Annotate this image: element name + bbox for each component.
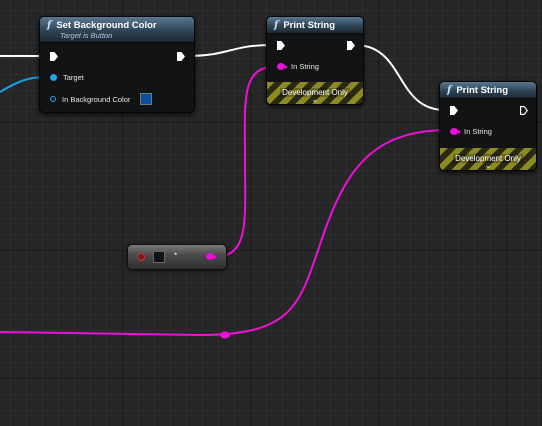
- exec-in-pin[interactable]: [50, 52, 58, 61]
- conversion-dot: •: [174, 249, 178, 259]
- node-header[interactable]: f Print String: [267, 17, 363, 34]
- exec-out-pin[interactable]: [347, 41, 355, 50]
- exec-out-icon: [347, 41, 355, 50]
- node-title: Set Background Color: [56, 20, 157, 31]
- exec-in-icon: [450, 106, 458, 115]
- background-color-pin[interactable]: In Background Color: [50, 93, 153, 105]
- development-only-banner[interactable]: Development Only ⌄: [267, 82, 363, 104]
- node-subtitle: Target is Button: [60, 31, 113, 40]
- pin-label-in-string: In String: [464, 127, 492, 136]
- in-string-pin[interactable]: In String: [277, 62, 319, 71]
- exec-in-pin[interactable]: [277, 41, 285, 50]
- set-background-color-node[interactable]: f Set Background Color Target is Button …: [39, 16, 195, 113]
- function-icon: f: [447, 85, 452, 96]
- conversion-node[interactable]: •: [127, 244, 227, 270]
- string-pin-icon: [277, 63, 288, 70]
- conversion-node-icon: [153, 251, 165, 263]
- exec-out-pin[interactable]: [177, 52, 185, 61]
- pin-label-background-color: In Background Color: [62, 94, 131, 104]
- struct-pin-icon: [50, 96, 56, 102]
- exec-in-pin[interactable]: [450, 106, 458, 115]
- string-wire-to-print2: [0, 129, 451, 337]
- chevron-down-icon[interactable]: ⌄: [485, 162, 492, 170]
- input-pin-icon[interactable]: [137, 253, 145, 261]
- color-swatch[interactable]: [140, 93, 153, 105]
- node-title: Print String: [283, 20, 336, 31]
- print-string-node-1[interactable]: f Print String In String Development Onl…: [266, 16, 364, 105]
- node-header[interactable]: f Print String: [440, 82, 536, 99]
- target-pin[interactable]: Target: [50, 73, 84, 82]
- node-header[interactable]: f Set Background Color Target is Button: [40, 17, 194, 43]
- function-icon: f: [274, 20, 279, 31]
- exec-wire-print1-to-print2: [354, 44, 446, 111]
- exec-out-pin[interactable]: [520, 106, 528, 115]
- node-title: Print String: [456, 85, 509, 96]
- pin-label-in-string: In String: [291, 62, 319, 71]
- string-pin-icon: [450, 128, 461, 135]
- pin-label-target: Target: [63, 73, 84, 82]
- function-icon: f: [47, 20, 52, 31]
- development-only-banner[interactable]: Development Only ⌄: [440, 148, 536, 170]
- exec-in-icon: [277, 41, 285, 50]
- in-string-pin[interactable]: In String: [450, 127, 492, 136]
- object-pin-icon: [50, 74, 57, 81]
- exec-out-hollow-icon: [520, 106, 528, 115]
- exec-wire-setbg-to-print1: [185, 44, 273, 57]
- exec-out-icon: [177, 52, 185, 61]
- output-string-pin-icon[interactable]: [206, 253, 217, 260]
- reroute-knot: [220, 331, 230, 339]
- exec-in-icon: [50, 52, 58, 61]
- chevron-down-icon[interactable]: ⌄: [312, 96, 319, 104]
- print-string-node-2[interactable]: f Print String In String Development Onl…: [439, 81, 537, 171]
